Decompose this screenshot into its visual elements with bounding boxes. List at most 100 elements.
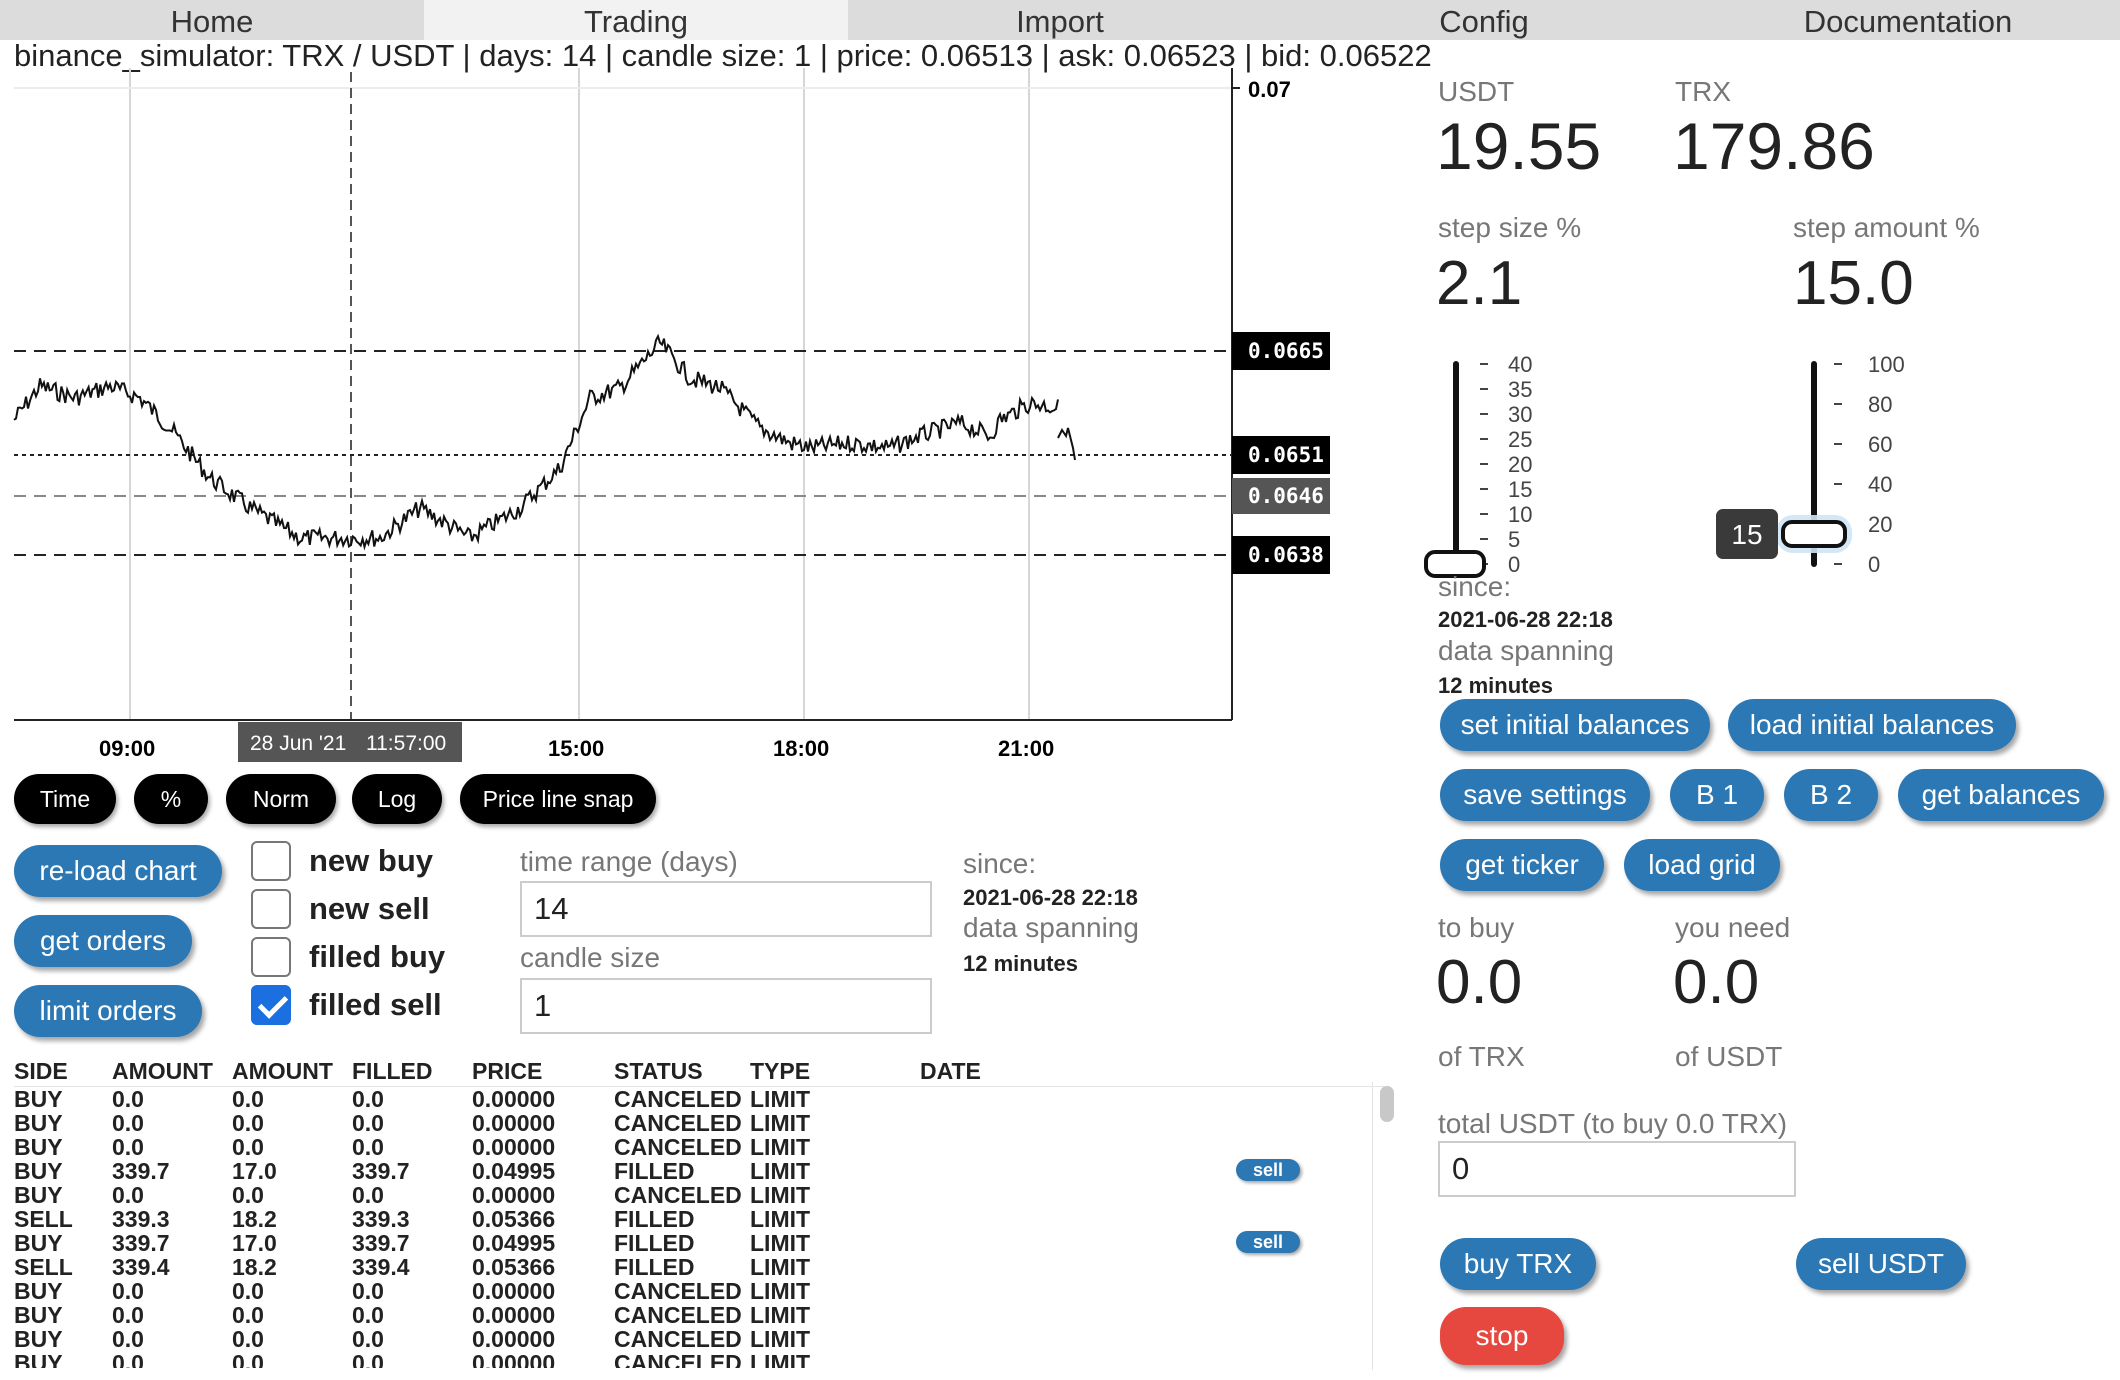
reload-chart-button[interactable]: re-load chart xyxy=(14,845,222,897)
checkbox-box-checked[interactable] xyxy=(251,985,291,1025)
get-balances-button[interactable]: get balances xyxy=(1898,769,2104,821)
cell-amount1: 0.0 xyxy=(112,1182,144,1208)
price-chart[interactable]: 0.07 0.0665 0.0651 0.0646 0.0638 09:00 1… xyxy=(0,68,1340,768)
load-initial-balances-button[interactable]: load initial balances xyxy=(1728,699,2016,751)
checkbox-label: new sell xyxy=(309,891,430,926)
log-toggle-button[interactable]: Log xyxy=(352,774,442,824)
cell-status: CANCELED xyxy=(614,1110,742,1136)
usdt-balance-value: 19.55 xyxy=(1436,109,1602,183)
b2-button[interactable]: B 2 xyxy=(1784,769,1878,821)
cell-type: LIMIT xyxy=(750,1206,811,1232)
cell-filled: 0.0 xyxy=(352,1086,384,1112)
get-orders-button[interactable]: get orders xyxy=(14,915,192,967)
filled-buy-checkbox[interactable]: filled buy xyxy=(251,937,445,977)
cell-amount1: 0.0 xyxy=(112,1086,144,1112)
tab-home[interactable]: Home xyxy=(0,0,424,40)
cell-side: BUY xyxy=(14,1086,63,1112)
cell-price: 0.00000 xyxy=(472,1278,556,1304)
step-size-slider[interactable]: 4035302520151050 xyxy=(1420,350,1570,580)
price-line-snap-button[interactable]: Price line snap xyxy=(460,774,656,824)
table-row: SELL 339.3 18.2 339.3 0.05366 FILLED LIMIT xyxy=(14,1207,1384,1231)
filled-sell-checkbox[interactable]: filled sell xyxy=(251,985,442,1025)
checkbox-box[interactable] xyxy=(251,889,291,929)
cell-amount1: 0.0 xyxy=(112,1350,144,1368)
cell-side: BUY xyxy=(14,1110,63,1136)
since-value: 2021-06-28 22:18 xyxy=(963,885,1138,910)
stop-button[interactable]: stop xyxy=(1440,1307,1564,1365)
cell-price: 0.00000 xyxy=(472,1302,556,1328)
data-spanning-label: data spanning xyxy=(963,912,1139,943)
time-range-input[interactable]: 14 xyxy=(520,881,932,937)
new-buy-checkbox[interactable]: new buy xyxy=(251,841,433,881)
set-initial-balances-button[interactable]: set initial balances xyxy=(1440,699,1710,751)
cell-filled: 0.0 xyxy=(352,1350,384,1368)
cell-status: CANCELED xyxy=(614,1326,742,1352)
col-status: STATUS xyxy=(614,1058,703,1084)
table-row: BUY 0.0 0.0 0.0 0.00000 CANCELED LIMIT xyxy=(14,1327,1384,1351)
trx-balance-value: 179.86 xyxy=(1673,109,1875,183)
svg-text:0.0651: 0.0651 xyxy=(1248,443,1324,467)
cell-amount2: 0.0 xyxy=(232,1086,264,1112)
cell-side: BUY xyxy=(14,1326,63,1352)
buy-trx-button[interactable]: buy TRX xyxy=(1440,1238,1596,1290)
col-amount: AMOUNT xyxy=(112,1058,213,1084)
cell-status: CANCELED xyxy=(614,1086,742,1112)
cell-type: LIMIT xyxy=(750,1182,811,1208)
cell-amount1: 339.4 xyxy=(112,1254,170,1280)
total-usdt-input[interactable]: 0 xyxy=(1438,1141,1796,1197)
candle-size-input[interactable]: 1 xyxy=(520,978,932,1034)
checkbox-box[interactable] xyxy=(251,937,291,977)
cell-status: CANCELED xyxy=(614,1302,742,1328)
cell-price: 0.05366 xyxy=(472,1254,556,1280)
cell-filled: 0.0 xyxy=(352,1182,384,1208)
tab-import[interactable]: Import xyxy=(848,0,1272,40)
cell-amount1: 0.0 xyxy=(112,1326,144,1352)
tab-documentation[interactable]: Documentation xyxy=(1696,0,2120,40)
cell-price: 0.00000 xyxy=(472,1110,556,1136)
step-amount-slider-handle[interactable] xyxy=(1781,520,1847,548)
cell-amount1: 339.7 xyxy=(112,1230,170,1256)
cell-filled: 0.0 xyxy=(352,1110,384,1136)
checkbox-box[interactable] xyxy=(251,841,291,881)
price-tag-upper: 0.0665 xyxy=(1232,332,1330,370)
limit-orders-button[interactable]: limit orders xyxy=(14,985,202,1037)
col-amount-2: AMOUNT xyxy=(232,1058,333,1084)
trx-balance-label: TRX xyxy=(1675,76,1731,107)
new-sell-checkbox[interactable]: new sell xyxy=(251,889,430,929)
time-toggle-button[interactable]: Time xyxy=(14,774,116,824)
chart-grid xyxy=(14,68,1232,720)
slider-tick-label: 15 xyxy=(1508,477,1532,502)
orders-table-body[interactable]: BUY 0.0 0.0 0.0 0.00000 CANCELED LIMIT BUY 0.0 0.… xyxy=(14,1086,1384,1368)
cell-status: CANCELED xyxy=(614,1182,742,1208)
cell-type: LIMIT xyxy=(750,1278,811,1304)
table-row: BUY 0.0 0.0 0.0 0.00000 CANCELED LIMIT xyxy=(14,1351,1384,1368)
get-ticker-button[interactable]: get ticker xyxy=(1440,839,1604,891)
sell-usdt-button[interactable]: sell USDT xyxy=(1796,1238,1966,1290)
usdt-balance-label: USDT xyxy=(1438,76,1515,107)
save-settings-button[interactable]: save settings xyxy=(1440,769,1650,821)
norm-toggle-button[interactable]: Norm xyxy=(226,774,336,824)
tab-trading[interactable]: Trading xyxy=(424,0,848,40)
percent-toggle-button[interactable]: % xyxy=(134,774,208,824)
cell-amount2: 17.0 xyxy=(232,1158,277,1184)
step-size-label: step size % xyxy=(1438,212,1582,243)
row-sell-button[interactable]: sell xyxy=(1236,1159,1300,1181)
x-tick-2100: 21:00 xyxy=(998,736,1054,761)
b1-button[interactable]: B 1 xyxy=(1670,769,1764,821)
tab-config[interactable]: Config xyxy=(1272,0,1696,40)
cell-price: 0.00000 xyxy=(472,1086,556,1112)
cell-filled: 0.0 xyxy=(352,1302,384,1328)
step-amount-slider[interactable]: 100 80 60 40 20 0 15 xyxy=(1710,350,1930,580)
orders-table-header: SIDE AMOUNT AMOUNT FILLED PRICE STATUS T… xyxy=(14,1058,1014,1084)
slider-tick-label: 40 xyxy=(1868,472,1892,497)
cell-side: BUY xyxy=(14,1302,63,1328)
svg-text:28 Jun '21: 28 Jun '21 xyxy=(250,732,346,755)
slider-tick-label: 25 xyxy=(1508,427,1532,452)
orders-scrollbar[interactable] xyxy=(1372,1082,1400,1370)
cell-filled: 339.7 xyxy=(352,1230,410,1256)
scrollbar-thumb[interactable] xyxy=(1380,1086,1394,1122)
load-grid-button[interactable]: load grid xyxy=(1624,839,1780,891)
row-sell-button[interactable]: sell xyxy=(1236,1231,1300,1253)
cell-type: LIMIT xyxy=(750,1350,811,1368)
price-tag-lower: 0.0638 xyxy=(1232,536,1330,574)
